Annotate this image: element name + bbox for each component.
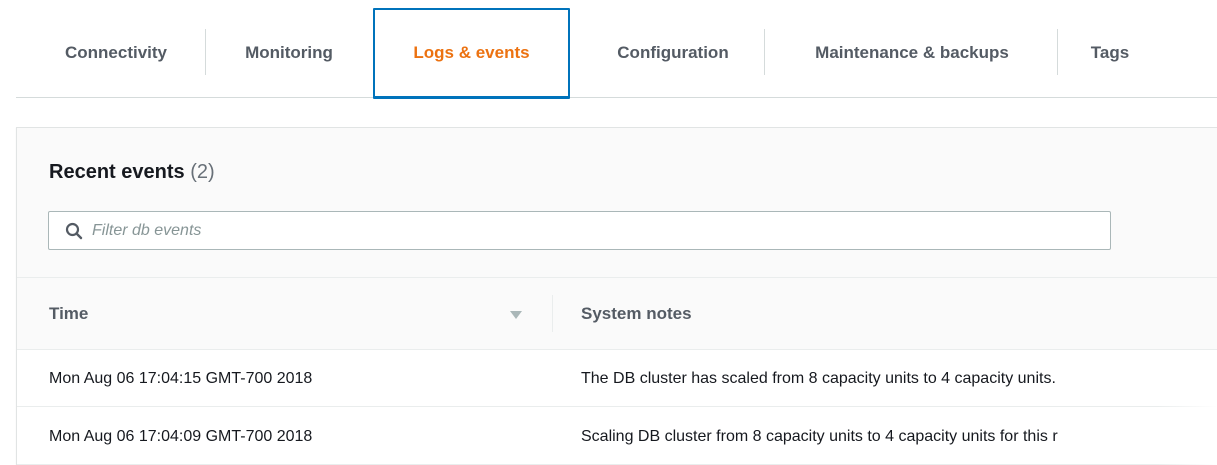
tab-label: Connectivity <box>64 43 168 62</box>
event-count: (2) <box>190 161 215 183</box>
tab-divider <box>205 29 206 75</box>
tab-configuration[interactable]: Configuration <box>580 8 766 98</box>
tab-logs-events[interactable]: Logs & events <box>373 8 570 99</box>
table-header: Time System notes <box>17 278 1217 350</box>
recent-events-panel: Recent events (2) Time System notes <box>16 127 1217 465</box>
tab-connectivity[interactable]: Connectivity <box>30 8 202 98</box>
tab-label: Tags <box>1090 43 1130 62</box>
tab-label: Monitoring <box>245 43 333 62</box>
tab-maintenance-backups[interactable]: Maintenance & backups <box>766 8 1058 98</box>
search-icon <box>49 212 83 249</box>
table-row[interactable]: Mon Aug 06 17:04:15 GMT-700 2018 The DB … <box>17 350 1217 407</box>
tab-monitoring[interactable]: Monitoring <box>208 8 370 98</box>
tab-label: Configuration <box>617 43 729 62</box>
table-row[interactable]: Mon Aug 06 17:04:09 GMT-700 2018 Scaling… <box>17 408 1217 465</box>
sort-down-icon[interactable] <box>509 308 523 320</box>
filter-db-events-input[interactable] <box>83 213 1110 248</box>
tab-bar: Connectivity Monitoring Logs & events Co… <box>16 8 1217 99</box>
event-notes: Scaling DB cluster from 8 capacity units… <box>581 427 1058 445</box>
page: Connectivity Monitoring Logs & events Co… <box>0 0 1217 465</box>
panel-header: Recent events (2) <box>17 128 1217 278</box>
tab-tags[interactable]: Tags <box>1058 8 1162 98</box>
tab-divider <box>764 29 765 75</box>
column-divider <box>552 295 553 332</box>
panel-title-text: Recent events <box>49 161 185 183</box>
tab-label: Logs & events <box>413 43 530 62</box>
column-time-label: Time <box>49 304 89 323</box>
filter-search-box[interactable] <box>48 211 1111 250</box>
tab-label: Maintenance & backups <box>815 43 1009 62</box>
event-time: Mon Aug 06 17:04:15 GMT-700 2018 <box>49 369 313 387</box>
column-notes-label: System notes <box>581 304 692 323</box>
event-notes: The DB cluster has scaled from 8 capacit… <box>581 369 1056 387</box>
column-header-system-notes[interactable]: System notes <box>581 278 692 350</box>
panel-title: Recent events (2) <box>49 161 215 184</box>
column-header-time[interactable]: Time <box>49 278 88 350</box>
event-time: Mon Aug 06 17:04:09 GMT-700 2018 <box>49 427 313 445</box>
